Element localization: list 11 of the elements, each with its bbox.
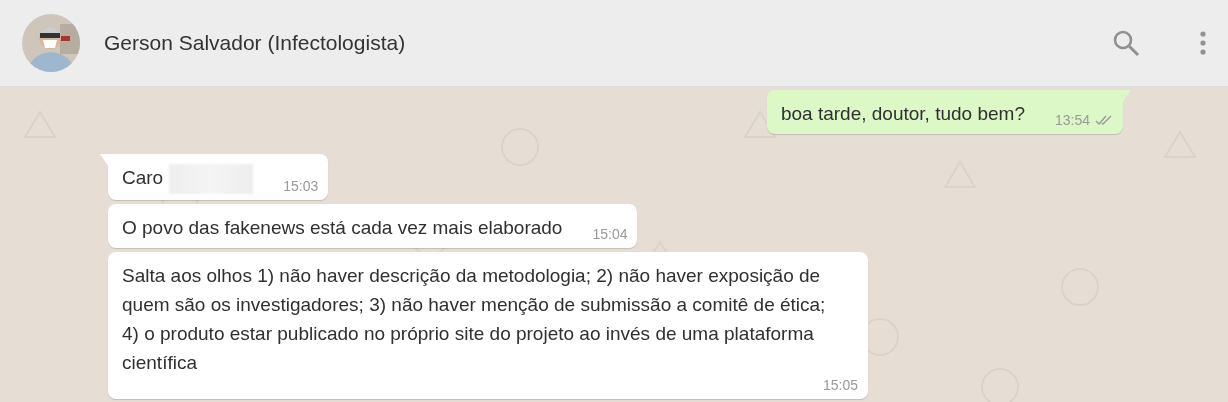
- message-time: 13:54: [1054, 112, 1090, 128]
- search-icon[interactable]: [1112, 29, 1140, 57]
- message-time: 15:04: [592, 226, 628, 242]
- message-text: boa tarde, doutor, tudo bem?: [780, 102, 1025, 126]
- message-text: Salta aos olhos 1) não haver descrição da metodologia; 2) não haver exposição de quem são os investigadores; 3) não haver menção de submissão a comitê de ética; 4) o produto estar publicado no próprio site do projeto ao invés de uma plataforma científica: [122, 264, 827, 375]
- contact-name: Gerson Salvador (Infectologista): [104, 31, 406, 55]
- menu-icon[interactable]: [1200, 31, 1206, 55]
- message-time: 15:05: [822, 377, 858, 393]
- message-text: O povo das fakenews está cada vez mais elaborado: [122, 216, 563, 240]
- message-time: 15:03: [283, 178, 319, 194]
- message-text: Caro: [122, 163, 254, 194]
